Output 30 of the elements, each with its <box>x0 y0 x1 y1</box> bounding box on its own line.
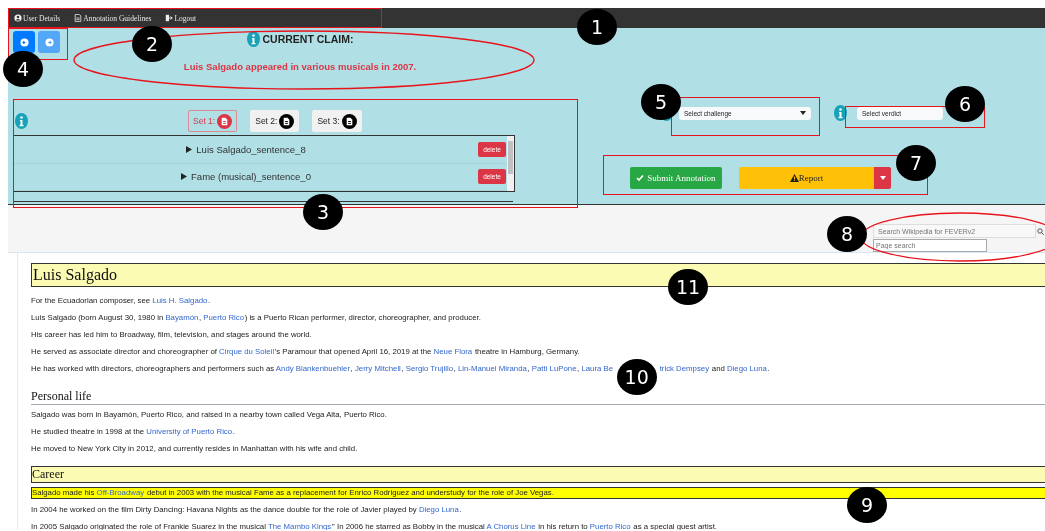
info-icon <box>246 31 260 47</box>
document-icon <box>74 14 83 22</box>
set-tab[interactable]: Set 1: <box>188 110 238 132</box>
info-icon <box>834 105 847 121</box>
report-button[interactable]: Report <box>739 167 874 189</box>
scrollbar[interactable] <box>507 136 514 191</box>
check-icon <box>636 174 645 182</box>
callout-number: 10 <box>616 359 657 395</box>
search-icon <box>1037 227 1044 235</box>
evidence-item[interactable]: Luis Salgado_sentence_8 <box>196 143 306 155</box>
claim-text: Luis Salgado appeared in various musicals in 2007. <box>183 61 417 72</box>
section-heading: Career <box>31 466 1045 483</box>
evidence-item[interactable]: Fame (musical)_sentence_0 <box>191 171 311 183</box>
submit-button[interactable]: Submit Annotation <box>630 167 722 189</box>
caret-icon <box>879 176 886 180</box>
previous-button[interactable] <box>13 31 35 53</box>
document-icon <box>341 113 357 129</box>
arrow-right-icon <box>44 37 54 47</box>
document-icon <box>217 113 233 129</box>
callout-number: 4 <box>3 51 43 87</box>
set-tab[interactable]: Set 2: <box>250 110 300 132</box>
claim-heading: CURRENT CLAIM: <box>262 33 354 45</box>
warning-icon <box>789 174 799 182</box>
set-tab[interactable]: Set 3: <box>312 110 362 132</box>
logout-icon <box>165 14 174 22</box>
dropdown-icon <box>800 111 806 115</box>
report-menu-button[interactable] <box>874 167 891 189</box>
document-icon <box>279 113 295 129</box>
info-icon <box>15 113 28 129</box>
user-icon <box>14 14 22 22</box>
